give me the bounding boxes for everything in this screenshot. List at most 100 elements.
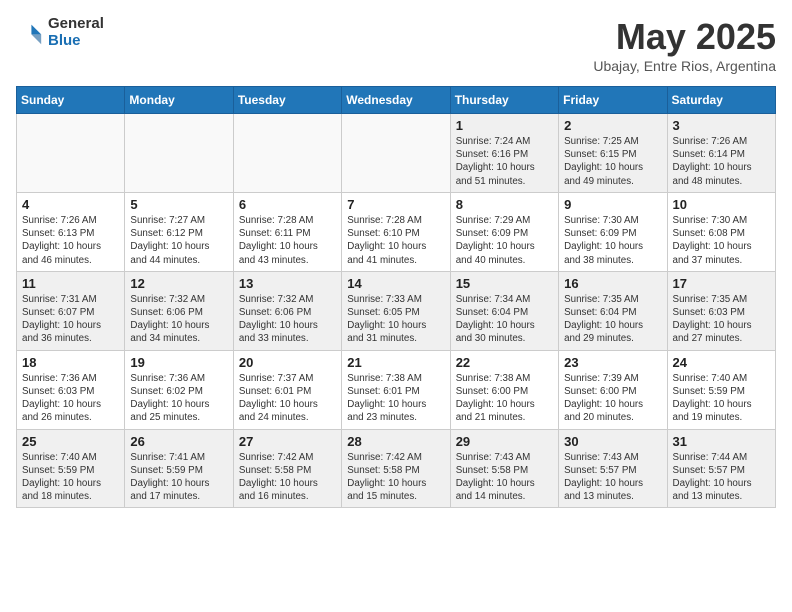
weekday-header-tuesday: Tuesday	[233, 87, 341, 114]
calendar-cell	[342, 114, 450, 193]
weekday-header-friday: Friday	[559, 87, 667, 114]
day-number: 31	[673, 434, 770, 449]
calendar-cell: 16 Sunrise: 7:35 AM Sunset: 6:04 PM Dayli…	[559, 271, 667, 350]
calendar-cell: 3Sunrise: 7:26 AM Sunset: 6:14 PM Daylig…	[667, 114, 775, 193]
day-number: 5	[130, 197, 227, 212]
day-info: Sunrise: 7:35 AM Sunset: 6:04 PM Dayligh…	[564, 293, 661, 346]
day-info: Sunrise: 7:30 AM Sunset: 6:08 PM Dayligh…	[673, 214, 770, 267]
day-info: Sunrise: 7:42 AM Sunset: 5:58 PM Dayligh…	[239, 451, 336, 504]
day-info: Sunrise: 7:31 AM Sunset: 6:07 PM Dayligh…	[22, 293, 119, 346]
day-info: Sunrise: 7:40 AM Sunset: 5:59 PM Dayligh…	[22, 451, 119, 504]
logo-blue-text: Blue	[48, 33, 104, 50]
day-info: Sunrise: 7:35 AM Sunset: 6:03 PM Dayligh…	[673, 293, 770, 346]
weekday-header-row: SundayMondayTuesdayWednesdayThursdayFrid…	[17, 87, 776, 114]
day-number: 19	[130, 355, 227, 370]
calendar-cell: 2Sunrise: 7:25 AM Sunset: 6:15 PM Daylig…	[559, 114, 667, 193]
day-info: Sunrise: 7:24 AM Sunset: 6:16 PM Dayligh…	[456, 135, 553, 188]
day-number: 1	[456, 118, 553, 133]
day-info: Sunrise: 7:44 AM Sunset: 5:57 PM Dayligh…	[673, 451, 770, 504]
calendar-cell: 23 Sunrise: 7:39 AM Sunset: 6:00 PM Dayli…	[559, 350, 667, 429]
day-number: 20	[239, 355, 336, 370]
calendar-body: 1 Sunrise: 7:24 AM Sunset: 6:16 PM Daylig…	[17, 114, 776, 508]
day-info: Sunrise: 7:37 AM Sunset: 6:01 PM Dayligh…	[239, 372, 336, 425]
calendar-cell: 20 Sunrise: 7:37 AM Sunset: 6:01 PM Dayli…	[233, 350, 341, 429]
day-info: Sunrise: 7:32 AM Sunset: 6:06 PM Dayligh…	[239, 293, 336, 346]
calendar-cell: 19 Sunrise: 7:36 AM Sunset: 6:02 PM Dayli…	[125, 350, 233, 429]
title-block: May 2025 Ubajay, Entre Rios, Argentina	[593, 16, 776, 74]
day-number: 22	[456, 355, 553, 370]
calendar-cell: 26Sunrise: 7:41 AM Sunset: 5:59 PM Dayli…	[125, 429, 233, 508]
calendar-week-5: 25 Sunrise: 7:40 AM Sunset: 5:59 PM Dayli…	[17, 429, 776, 508]
calendar-cell: 11Sunrise: 7:31 AM Sunset: 6:07 PM Dayli…	[17, 271, 125, 350]
calendar-cell: 5 Sunrise: 7:27 AM Sunset: 6:12 PM Daylig…	[125, 192, 233, 271]
day-info: Sunrise: 7:39 AM Sunset: 6:00 PM Dayligh…	[564, 372, 661, 425]
calendar-table: SundayMondayTuesdayWednesdayThursdayFrid…	[16, 86, 776, 508]
calendar-header: SundayMondayTuesdayWednesdayThursdayFrid…	[17, 87, 776, 114]
logo-general-text: General	[48, 16, 104, 33]
calendar-cell: 7Sunrise: 7:28 AM Sunset: 6:10 PM Daylig…	[342, 192, 450, 271]
day-number: 13	[239, 276, 336, 291]
day-info: Sunrise: 7:28 AM Sunset: 6:11 PM Dayligh…	[239, 214, 336, 267]
weekday-header-saturday: Saturday	[667, 87, 775, 114]
logo: General Blue	[16, 16, 104, 49]
calendar-cell: 14Sunrise: 7:33 AM Sunset: 6:05 PM Dayli…	[342, 271, 450, 350]
day-number: 8	[456, 197, 553, 212]
calendar-cell: 28 Sunrise: 7:42 AM Sunset: 5:58 PM Dayli…	[342, 429, 450, 508]
calendar-location: Ubajay, Entre Rios, Argentina	[593, 58, 776, 74]
day-info: Sunrise: 7:32 AM Sunset: 6:06 PM Dayligh…	[130, 293, 227, 346]
calendar-cell: 31 Sunrise: 7:44 AM Sunset: 5:57 PM Dayli…	[667, 429, 775, 508]
calendar-cell: 22 Sunrise: 7:38 AM Sunset: 6:00 PM Dayli…	[450, 350, 558, 429]
day-number: 24	[673, 355, 770, 370]
calendar-cell	[125, 114, 233, 193]
calendar-cell: 24 Sunrise: 7:40 AM Sunset: 5:59 PM Dayli…	[667, 350, 775, 429]
calendar-title: May 2025	[593, 16, 776, 58]
page-header: General Blue May 2025 Ubajay, Entre Rios…	[16, 16, 776, 74]
day-number: 3	[673, 118, 770, 133]
day-number: 17	[673, 276, 770, 291]
calendar-cell	[233, 114, 341, 193]
calendar-week-1: 1 Sunrise: 7:24 AM Sunset: 6:16 PM Daylig…	[17, 114, 776, 193]
day-number: 15	[456, 276, 553, 291]
logo-icon	[16, 19, 44, 47]
day-info: Sunrise: 7:43 AM Sunset: 5:57 PM Dayligh…	[564, 451, 661, 504]
day-info: Sunrise: 7:42 AM Sunset: 5:58 PM Dayligh…	[347, 451, 444, 504]
calendar-cell: 21 Sunrise: 7:38 AM Sunset: 6:01 PM Dayli…	[342, 350, 450, 429]
day-info: Sunrise: 7:27 AM Sunset: 6:12 PM Dayligh…	[130, 214, 227, 267]
calendar-week-3: 11Sunrise: 7:31 AM Sunset: 6:07 PM Dayli…	[17, 271, 776, 350]
day-info: Sunrise: 7:36 AM Sunset: 6:02 PM Dayligh…	[130, 372, 227, 425]
calendar-cell: 12Sunrise: 7:32 AM Sunset: 6:06 PM Dayli…	[125, 271, 233, 350]
day-number: 21	[347, 355, 444, 370]
logo-text: General Blue	[48, 16, 104, 49]
day-info: Sunrise: 7:38 AM Sunset: 6:00 PM Dayligh…	[456, 372, 553, 425]
calendar-cell: 9 Sunrise: 7:30 AM Sunset: 6:09 PM Daylig…	[559, 192, 667, 271]
day-info: Sunrise: 7:40 AM Sunset: 5:59 PM Dayligh…	[673, 372, 770, 425]
day-number: 16	[564, 276, 661, 291]
calendar-cell: 13 Sunrise: 7:32 AM Sunset: 6:06 PM Dayli…	[233, 271, 341, 350]
day-number: 4	[22, 197, 119, 212]
calendar-cell: 30 Sunrise: 7:43 AM Sunset: 5:57 PM Dayli…	[559, 429, 667, 508]
day-number: 18	[22, 355, 119, 370]
day-number: 6	[239, 197, 336, 212]
day-number: 27	[239, 434, 336, 449]
weekday-header-thursday: Thursday	[450, 87, 558, 114]
calendar-cell: 29Sunrise: 7:43 AM Sunset: 5:58 PM Dayli…	[450, 429, 558, 508]
day-info: Sunrise: 7:33 AM Sunset: 6:05 PM Dayligh…	[347, 293, 444, 346]
day-info: Sunrise: 7:29 AM Sunset: 6:09 PM Dayligh…	[456, 214, 553, 267]
calendar-cell: 10Sunrise: 7:30 AM Sunset: 6:08 PM Dayli…	[667, 192, 775, 271]
weekday-header-wednesday: Wednesday	[342, 87, 450, 114]
day-number: 23	[564, 355, 661, 370]
day-number: 28	[347, 434, 444, 449]
day-number: 9	[564, 197, 661, 212]
day-info: Sunrise: 7:28 AM Sunset: 6:10 PM Dayligh…	[347, 214, 444, 267]
calendar-cell: 15Sunrise: 7:34 AM Sunset: 6:04 PM Dayli…	[450, 271, 558, 350]
day-info: Sunrise: 7:38 AM Sunset: 6:01 PM Dayligh…	[347, 372, 444, 425]
day-number: 30	[564, 434, 661, 449]
day-info: Sunrise: 7:25 AM Sunset: 6:15 PM Dayligh…	[564, 135, 661, 188]
day-number: 26	[130, 434, 227, 449]
calendar-cell: 27 Sunrise: 7:42 AM Sunset: 5:58 PM Dayli…	[233, 429, 341, 508]
calendar-cell: 8 Sunrise: 7:29 AM Sunset: 6:09 PM Daylig…	[450, 192, 558, 271]
day-number: 25	[22, 434, 119, 449]
calendar-week-4: 18Sunrise: 7:36 AM Sunset: 6:03 PM Dayli…	[17, 350, 776, 429]
day-info: Sunrise: 7:30 AM Sunset: 6:09 PM Dayligh…	[564, 214, 661, 267]
calendar-cell: 4Sunrise: 7:26 AM Sunset: 6:13 PM Daylig…	[17, 192, 125, 271]
